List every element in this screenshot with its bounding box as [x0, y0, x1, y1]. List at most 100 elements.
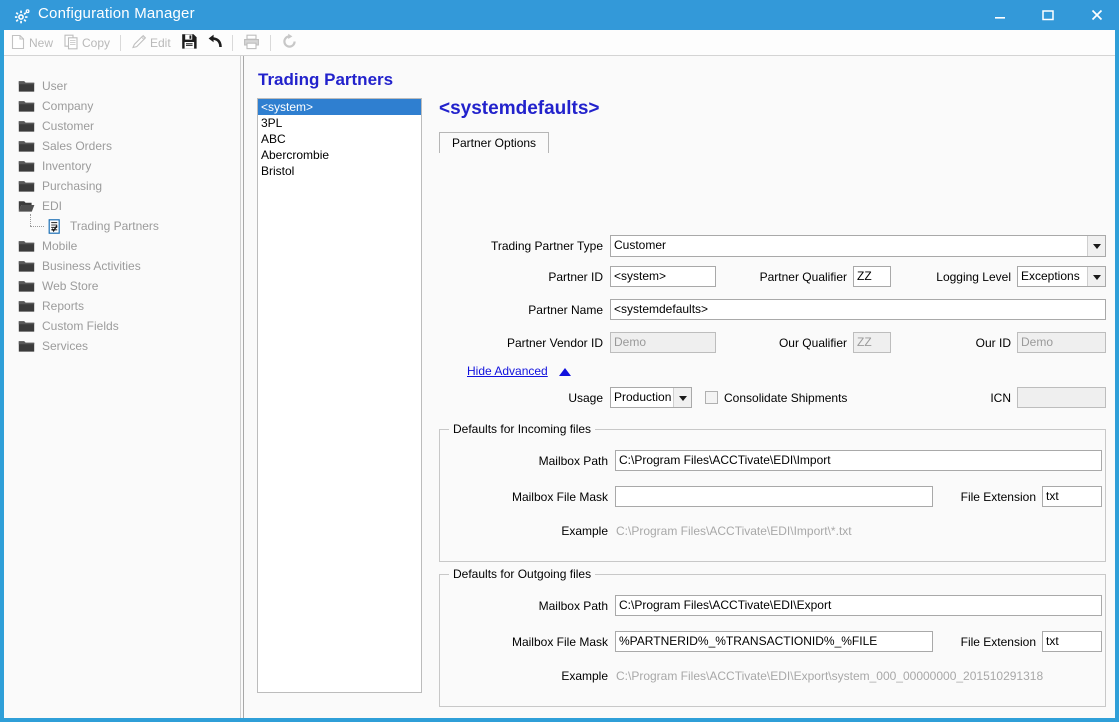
- outgoing-defaults-group: Defaults for Outgoing files Mailbox Path…: [439, 567, 1106, 707]
- sidebar-item-edi[interactable]: EDI: [4, 196, 238, 216]
- list-item[interactable]: Bristol: [258, 163, 421, 179]
- copy-icon: [64, 34, 79, 53]
- consolidate-shipments-checkbox[interactable]: [705, 391, 718, 404]
- folder-icon: [18, 139, 35, 153]
- folder-icon: [18, 319, 35, 333]
- our-id-input: Demo: [1017, 332, 1106, 353]
- new-button-label: New: [29, 36, 54, 50]
- folder-icon: [18, 239, 35, 253]
- sidebar-item-services[interactable]: Services: [4, 336, 238, 356]
- chevron-down-icon[interactable]: [673, 388, 691, 407]
- logging-level-select[interactable]: Exceptions: [1017, 266, 1106, 287]
- sidebar-item-label: Customer: [42, 119, 95, 133]
- sidebar-item-sales-orders[interactable]: Sales Orders: [4, 136, 238, 156]
- undo-button[interactable]: [204, 30, 230, 56]
- list-item[interactable]: Abercrombie: [258, 147, 421, 163]
- list-item[interactable]: 3PL: [258, 115, 421, 131]
- incoming-mailbox-path-input[interactable]: C:\Program Files\ACCTivate\EDI\Import: [615, 450, 1102, 471]
- window-controls: [977, 0, 1119, 30]
- record-detail: <systemdefaults> Partner Options Trading…: [431, 56, 1115, 718]
- partner-options-panel: Trading Partner Type Customer Partner ID…: [439, 153, 1109, 707]
- icn-input[interactable]: [1017, 387, 1106, 408]
- outgoing-file-extension-input[interactable]: txt: [1042, 631, 1102, 652]
- sidebar-item-inventory[interactable]: Inventory: [4, 156, 238, 176]
- pane-splitter[interactable]: [238, 56, 246, 718]
- folder-icon: [18, 259, 35, 273]
- outgoing-mailbox-file-mask-input[interactable]: %PARTNERID%_%TRANSACTIONID%_%FILE: [615, 631, 933, 652]
- body-area: User Company Customer Sales Orders Inven…: [4, 56, 1115, 718]
- toolbar-separator-2: [232, 35, 233, 51]
- refresh-icon: [281, 33, 298, 53]
- usage-select[interactable]: Production: [610, 387, 692, 408]
- edit-button-label: Edit: [150, 36, 171, 50]
- sidebar-item-label: Trading Partners: [70, 219, 159, 233]
- outgoing-group-title: Defaults for Outgoing files: [449, 567, 596, 581]
- list-item[interactable]: ABC: [258, 131, 421, 147]
- edit-button[interactable]: Edit: [128, 30, 174, 56]
- incoming-group-title: Defaults for Incoming files: [449, 422, 596, 436]
- folder-icon: [18, 299, 35, 313]
- sidebar-item-label: Reports: [42, 299, 85, 313]
- incoming-file-extension-input[interactable]: txt: [1042, 486, 1102, 507]
- partner-vendor-id-label: Partner Vendor ID: [506, 336, 603, 350]
- save-button[interactable]: [178, 30, 204, 56]
- close-button[interactable]: [1074, 0, 1119, 30]
- list-item[interactable]: <system>: [258, 99, 421, 115]
- copy-button[interactable]: Copy: [61, 30, 113, 56]
- sidebar-item-reports[interactable]: Reports: [4, 296, 238, 316]
- consolidate-shipments-label: Consolidate Shipments: [724, 391, 848, 405]
- sidebar-item-label: Sales Orders: [42, 139, 113, 153]
- sidebar-item-customer[interactable]: Customer: [4, 116, 238, 136]
- usage-value: Production: [614, 390, 672, 404]
- window-title: Configuration Manager: [38, 5, 195, 22]
- refresh-button[interactable]: [278, 30, 304, 56]
- folder-icon: [18, 159, 35, 173]
- sidebar-item-web-store[interactable]: Web Store: [4, 276, 238, 296]
- hide-advanced-link[interactable]: Hide Advanced: [467, 364, 548, 378]
- trading-partner-list[interactable]: <system> 3PL ABC Abercrombie Bristol: [257, 98, 422, 693]
- print-button[interactable]: [240, 30, 266, 56]
- toolbar-separator-3: [270, 35, 271, 51]
- usage-label: Usage: [568, 391, 603, 405]
- outgoing-mailbox-file-mask-label: Mailbox File Mask: [511, 635, 608, 649]
- sidebar-item-label: EDI: [42, 199, 63, 213]
- outgoing-mailbox-path-input[interactable]: C:\Program Files\ACCTivate\EDI\Export: [615, 595, 1102, 616]
- minimize-button[interactable]: [977, 0, 1022, 30]
- trading-partner-type-label: Trading Partner Type: [490, 239, 603, 253]
- pencil-icon: [131, 34, 147, 53]
- sidebar-item-custom-fields[interactable]: Custom Fields: [4, 316, 238, 336]
- sidebar-item-company[interactable]: Company: [4, 96, 238, 116]
- sidebar-item-business-activities[interactable]: Business Activities: [4, 256, 238, 276]
- partner-name-input[interactable]: <systemdefaults>: [610, 299, 1106, 320]
- sidebar-item-label: Web Store: [42, 279, 99, 293]
- folder-icon: [18, 279, 35, 293]
- sidebar-item-user[interactable]: User: [4, 76, 238, 96]
- trading-partner-type-select[interactable]: Customer: [610, 235, 1106, 257]
- folder-icon: [18, 79, 35, 93]
- tab-partner-options[interactable]: Partner Options: [439, 132, 550, 154]
- sidebar-item-label: User: [42, 79, 68, 93]
- folder-icon: [18, 99, 35, 113]
- folder-icon: [18, 119, 35, 133]
- application-window: Configuration Manager New Copy Edit User…: [0, 0, 1119, 722]
- gear-icon: [14, 7, 32, 25]
- incoming-example-value: C:\Program Files\ACCTivate\EDI\Import\*.…: [616, 524, 852, 538]
- new-document-icon: [11, 34, 26, 53]
- incoming-mailbox-file-mask-input[interactable]: [615, 486, 933, 507]
- outgoing-example-value: C:\Program Files\ACCTivate\EDI\Export\sy…: [616, 669, 1044, 683]
- sidebar-item-purchasing[interactable]: Purchasing: [4, 176, 238, 196]
- maximize-button[interactable]: [1026, 0, 1071, 30]
- chevron-down-icon[interactable]: [1087, 267, 1105, 286]
- partner-name-label: Partner Name: [528, 303, 603, 317]
- partner-id-input[interactable]: <system>: [610, 266, 716, 287]
- new-button[interactable]: New: [8, 30, 56, 56]
- partner-qualifier-input[interactable]: ZZ: [853, 266, 891, 287]
- partner-qualifier-label: Partner Qualifier: [759, 270, 847, 284]
- tree-connector-vertical: [30, 214, 32, 226]
- chevron-down-icon[interactable]: [1087, 236, 1105, 256]
- page-title: Trading Partners: [258, 70, 394, 89]
- sidebar-item-mobile[interactable]: Mobile: [4, 236, 238, 256]
- sidebar-item-trading-partners[interactable]: Trading Partners: [4, 214, 238, 236]
- chevron-up-icon[interactable]: [559, 368, 571, 376]
- outgoing-mailbox-path-label: Mailbox Path: [538, 599, 608, 613]
